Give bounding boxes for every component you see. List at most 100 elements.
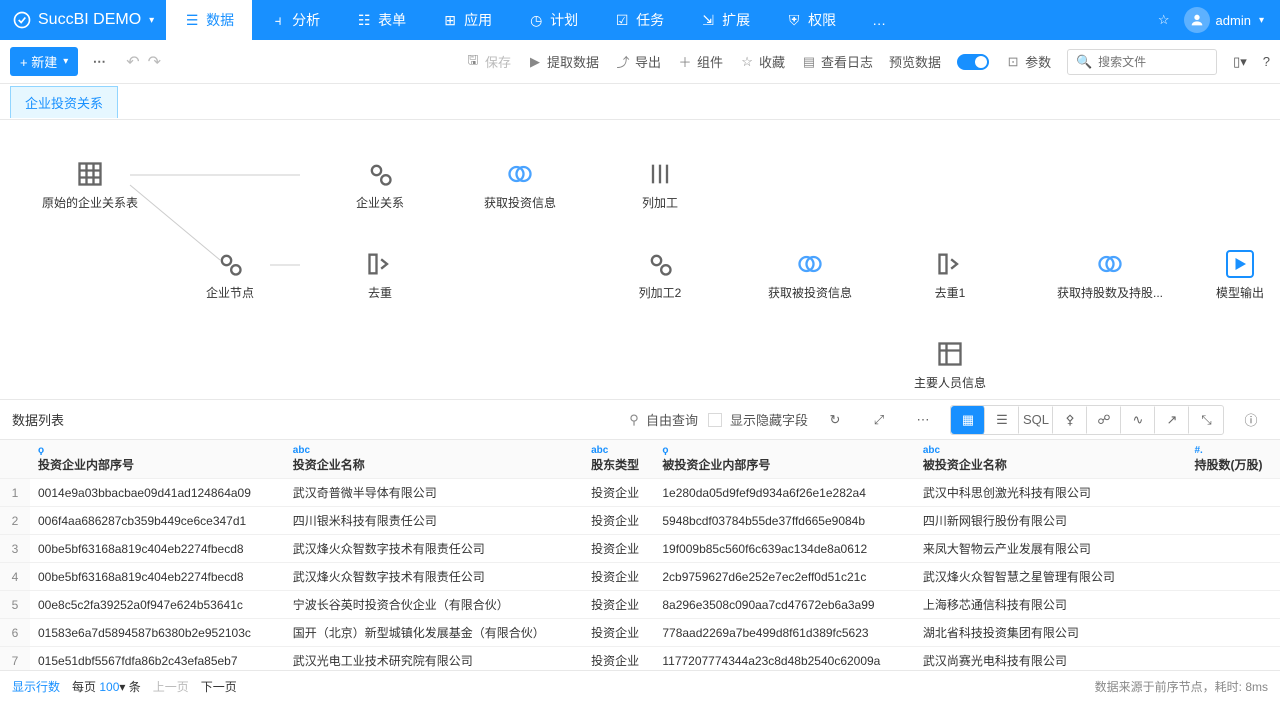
preview-toggle-switch[interactable]	[957, 54, 989, 70]
brand[interactable]: SuccBI DEMO ▾	[0, 10, 166, 30]
tab-task[interactable]: ☑任务	[596, 0, 682, 40]
redo-icon[interactable]: ↷	[148, 52, 161, 72]
tab-app[interactable]: ⊞应用	[424, 0, 510, 40]
favorite-button[interactable]: ☆收藏	[739, 52, 785, 71]
history: ↶ ↷	[126, 52, 161, 72]
tab-more[interactable]: …	[854, 0, 904, 40]
cell: 01583e6a7d5894587b6380b2e952103c	[30, 619, 285, 647]
cell: 19f009b85c560f6c639ac134de8a0612	[654, 535, 914, 563]
node-col-proc2[interactable]: 列加工2	[600, 250, 720, 301]
more-tools[interactable]: ⋯	[906, 406, 940, 434]
col-header-c4[interactable]: ϙ被投资企业内部序号	[654, 440, 914, 479]
tab-data[interactable]: ☰数据	[166, 0, 252, 40]
tab-analysis[interactable]: ⫞分析	[252, 0, 338, 40]
layout-button[interactable]: ▯▾	[1233, 54, 1247, 70]
line-view[interactable]: ↗	[1155, 406, 1189, 434]
show-hidden-checkbox[interactable]: 显示隐藏字段	[708, 410, 808, 429]
table-row[interactable]: 5 00e8c5c2fa39252a0f947e624b53641c 宁波长谷英…	[0, 591, 1280, 619]
undo-icon[interactable]: ↶	[126, 52, 139, 72]
dedup-icon	[936, 250, 964, 278]
cell	[1186, 535, 1280, 563]
flow-canvas[interactable]: 原始的企业关系表 企业关系 获取投资信息 列加工 企业节点 去重 列加工2 获取…	[0, 120, 1280, 400]
col-header-c2[interactable]: abc投资企业名称	[285, 440, 583, 479]
grid-view[interactable]: ▦	[951, 406, 985, 434]
top-right: ☆ admin ▾	[1158, 7, 1280, 33]
node-dedup1[interactable]: 去重1	[890, 250, 1010, 301]
graph-view[interactable]: ☍	[1087, 406, 1121, 434]
node-origin[interactable]: 原始的企业关系表	[30, 160, 150, 211]
save-button[interactable]: 🖫保存	[465, 52, 511, 71]
table-header-row: ϙ投资企业内部序号 abc投资企业名称 abc股东类型 ϙ被投资企业内部序号 a…	[0, 440, 1280, 479]
action-right: 🖫保存 ▶提取数据 ⤴导出 ＋组件 ☆收藏 ▤查看日志 预览数据 ⊡参数 🔍 ▯…	[465, 49, 1270, 75]
gear-icon	[216, 250, 244, 278]
table-icon	[76, 160, 104, 188]
star-icon[interactable]: ☆	[1158, 12, 1170, 28]
tab-form[interactable]: ☷表单	[338, 0, 424, 40]
list-view[interactable]: ☰	[985, 406, 1019, 434]
col-header-c5[interactable]: abc被投资企业名称	[915, 440, 1187, 479]
search-box[interactable]: 🔍	[1067, 49, 1217, 75]
tree-view[interactable]: ⚴	[1053, 406, 1087, 434]
expand-view[interactable]: ⤡	[1189, 406, 1223, 434]
component-button[interactable]: ＋组件	[677, 52, 723, 71]
table-row[interactable]: 6 01583e6a7d5894587b6380b2e952103c 国开（北京…	[0, 619, 1280, 647]
tab-perm[interactable]: ⛨权限	[768, 0, 854, 40]
cell: 宁波长谷英时投资合伙企业（有限合伙）	[285, 591, 583, 619]
params-button[interactable]: ⊡参数	[1005, 52, 1051, 71]
table-row[interactable]: 7 015e51dbf5567fdfa86b2c43efa85eb7 武汉光电工…	[0, 647, 1280, 671]
node-get-inv[interactable]: 获取投资信息	[460, 160, 580, 211]
cell: 投资企业	[583, 507, 654, 535]
cell: 来凤大智物云产业发展有限公司	[915, 535, 1187, 563]
rownum-cell: 3	[0, 535, 30, 563]
page-size[interactable]: 100	[99, 680, 119, 694]
play-icon: ▶	[527, 54, 543, 70]
cell: 投资企业	[583, 479, 654, 507]
col-header-c1[interactable]: ϙ投资企业内部序号	[30, 440, 285, 479]
new-button[interactable]: + 新建 ▾	[10, 47, 78, 76]
sql-view[interactable]: SQL	[1019, 406, 1053, 434]
database-icon: ☰	[184, 12, 200, 28]
show-rows-link[interactable]: 显示行数	[12, 678, 60, 695]
data-table-wrap[interactable]: ϙ投资企业内部序号 abc投资企业名称 abc股东类型 ϙ被投资企业内部序号 a…	[0, 440, 1280, 670]
search-input[interactable]	[1098, 55, 1208, 69]
help-button[interactable]: ?	[1263, 54, 1270, 69]
export-button[interactable]: ⤴导出	[615, 52, 661, 71]
table-row[interactable]: 4 00be5bf63168a819c404eb2274fbecd8 武汉烽火众…	[0, 563, 1280, 591]
next-page[interactable]: 下一页	[201, 678, 237, 695]
cell: 1177207774344a23c8d48b2540c62009a	[654, 647, 914, 671]
log-button[interactable]: ▤查看日志	[801, 52, 873, 71]
col-header-c3[interactable]: abc股东类型	[583, 440, 654, 479]
info-button[interactable]: ⓘ	[1234, 406, 1268, 434]
table-row[interactable]: 1 0014e9a03bbacbae09d41ad124864a09 武汉奇普微…	[0, 479, 1280, 507]
chart-icon: ⫞	[270, 12, 286, 28]
node-hold[interactable]: 获取持股数及持股...	[1050, 250, 1170, 301]
free-query-button[interactable]: ⚲自由查询	[626, 410, 698, 429]
tab-ext[interactable]: ⇲扩展	[682, 0, 768, 40]
node-staff[interactable]: 主要人员信息	[890, 340, 1010, 391]
save-icon: 🖫	[465, 54, 481, 70]
node-dedup[interactable]: 去重	[320, 250, 440, 301]
node-ent-rel[interactable]: 企业关系	[320, 160, 440, 211]
node-get-invested[interactable]: 获取被投资信息	[750, 250, 870, 301]
tab-plan[interactable]: ◷计划	[510, 0, 596, 40]
refresh-button[interactable]: ↻	[818, 406, 852, 434]
data-list-title: 数据列表	[12, 410, 64, 429]
fullscreen-button[interactable]: ⤢	[862, 406, 896, 434]
node-output[interactable]: 模型输出	[1180, 250, 1280, 301]
pulse-view[interactable]: ∿	[1121, 406, 1155, 434]
prev-page[interactable]: 上一页	[153, 678, 189, 695]
plus-icon: ＋	[677, 54, 693, 70]
user-menu[interactable]: admin ▾	[1184, 7, 1264, 33]
cell: 四川银米科技有限责任公司	[285, 507, 583, 535]
rownum-cell: 2	[0, 507, 30, 535]
extract-button[interactable]: ▶提取数据	[527, 52, 599, 71]
table-row[interactable]: 2 006f4aa686287cb359b449ce6ce347d1 四川银米科…	[0, 507, 1280, 535]
node-col-proc[interactable]: 列加工	[600, 160, 720, 211]
file-tab[interactable]: 企业投资关系	[10, 86, 118, 118]
col-header-c6[interactable]: #.持股数(万股)	[1186, 440, 1280, 479]
node-ent-node[interactable]: 企业节点	[170, 250, 290, 301]
more-actions[interactable]: ⋯	[86, 49, 112, 75]
rownum-cell: 1	[0, 479, 30, 507]
dedup-icon	[366, 250, 394, 278]
table-row[interactable]: 3 00be5bf63168a819c404eb2274fbecd8 武汉烽火众…	[0, 535, 1280, 563]
